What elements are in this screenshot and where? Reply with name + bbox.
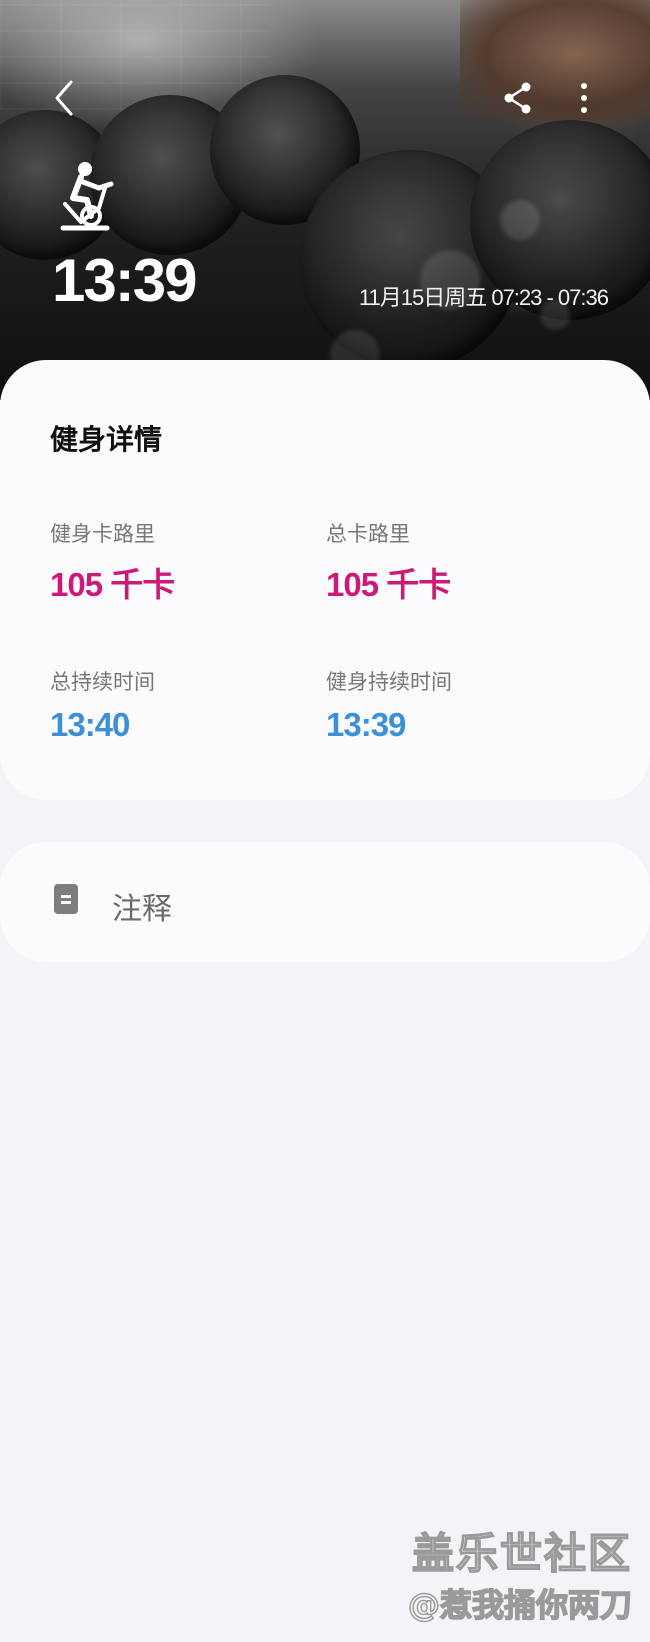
share-button[interactable] bbox=[496, 76, 540, 124]
header-hero: 13:39 11月15日周五 07:23 - 07:36 bbox=[0, 0, 650, 400]
metric-workout-calories: 健身卡路里 105 千卡 bbox=[50, 518, 310, 606]
notes-button[interactable]: 注释 bbox=[0, 842, 650, 962]
workout-duration: 13:39 bbox=[52, 247, 197, 314]
notes-label: 注释 bbox=[112, 892, 172, 927]
metric-total-duration: 总持续时间 13:40 bbox=[50, 666, 310, 744]
metric-label: 健身持续时间 bbox=[326, 670, 452, 694]
workout-date-range: 11月15日周五 07:23 - 07:36 bbox=[358, 285, 609, 310]
metric-workout-duration: 健身持续时间 13:39 bbox=[326, 666, 586, 744]
metric-label: 总持续时间 bbox=[50, 670, 155, 694]
chevron-left-icon bbox=[51, 78, 77, 122]
metric-value: 13:40 bbox=[50, 706, 130, 743]
watermark-title: 盖乐世社区 bbox=[411, 1528, 632, 1579]
exercise-bike-icon bbox=[55, 160, 115, 232]
metric-value: 105 千卡 bbox=[50, 566, 175, 603]
note-icon bbox=[54, 884, 78, 914]
metric-value: 13:39 bbox=[326, 706, 406, 743]
metric-label: 健身卡路里 bbox=[50, 522, 155, 546]
metric-total-calories: 总卡路里 105 千卡 bbox=[326, 518, 586, 606]
back-button[interactable] bbox=[40, 76, 88, 124]
metric-value: 105 千卡 bbox=[326, 566, 451, 603]
more-options-button[interactable] bbox=[568, 76, 600, 124]
workout-details-card: 健身详情 健身卡路里 105 千卡 总卡路里 105 千卡 总持续时间 13:4… bbox=[0, 360, 650, 800]
share-icon bbox=[502, 81, 534, 119]
watermark-user: @惹我捅你两刀 bbox=[407, 1585, 633, 1625]
section-title: 健身详情 bbox=[50, 423, 163, 456]
more-vertical-icon bbox=[580, 82, 588, 118]
metric-label: 总卡路里 bbox=[326, 522, 410, 546]
